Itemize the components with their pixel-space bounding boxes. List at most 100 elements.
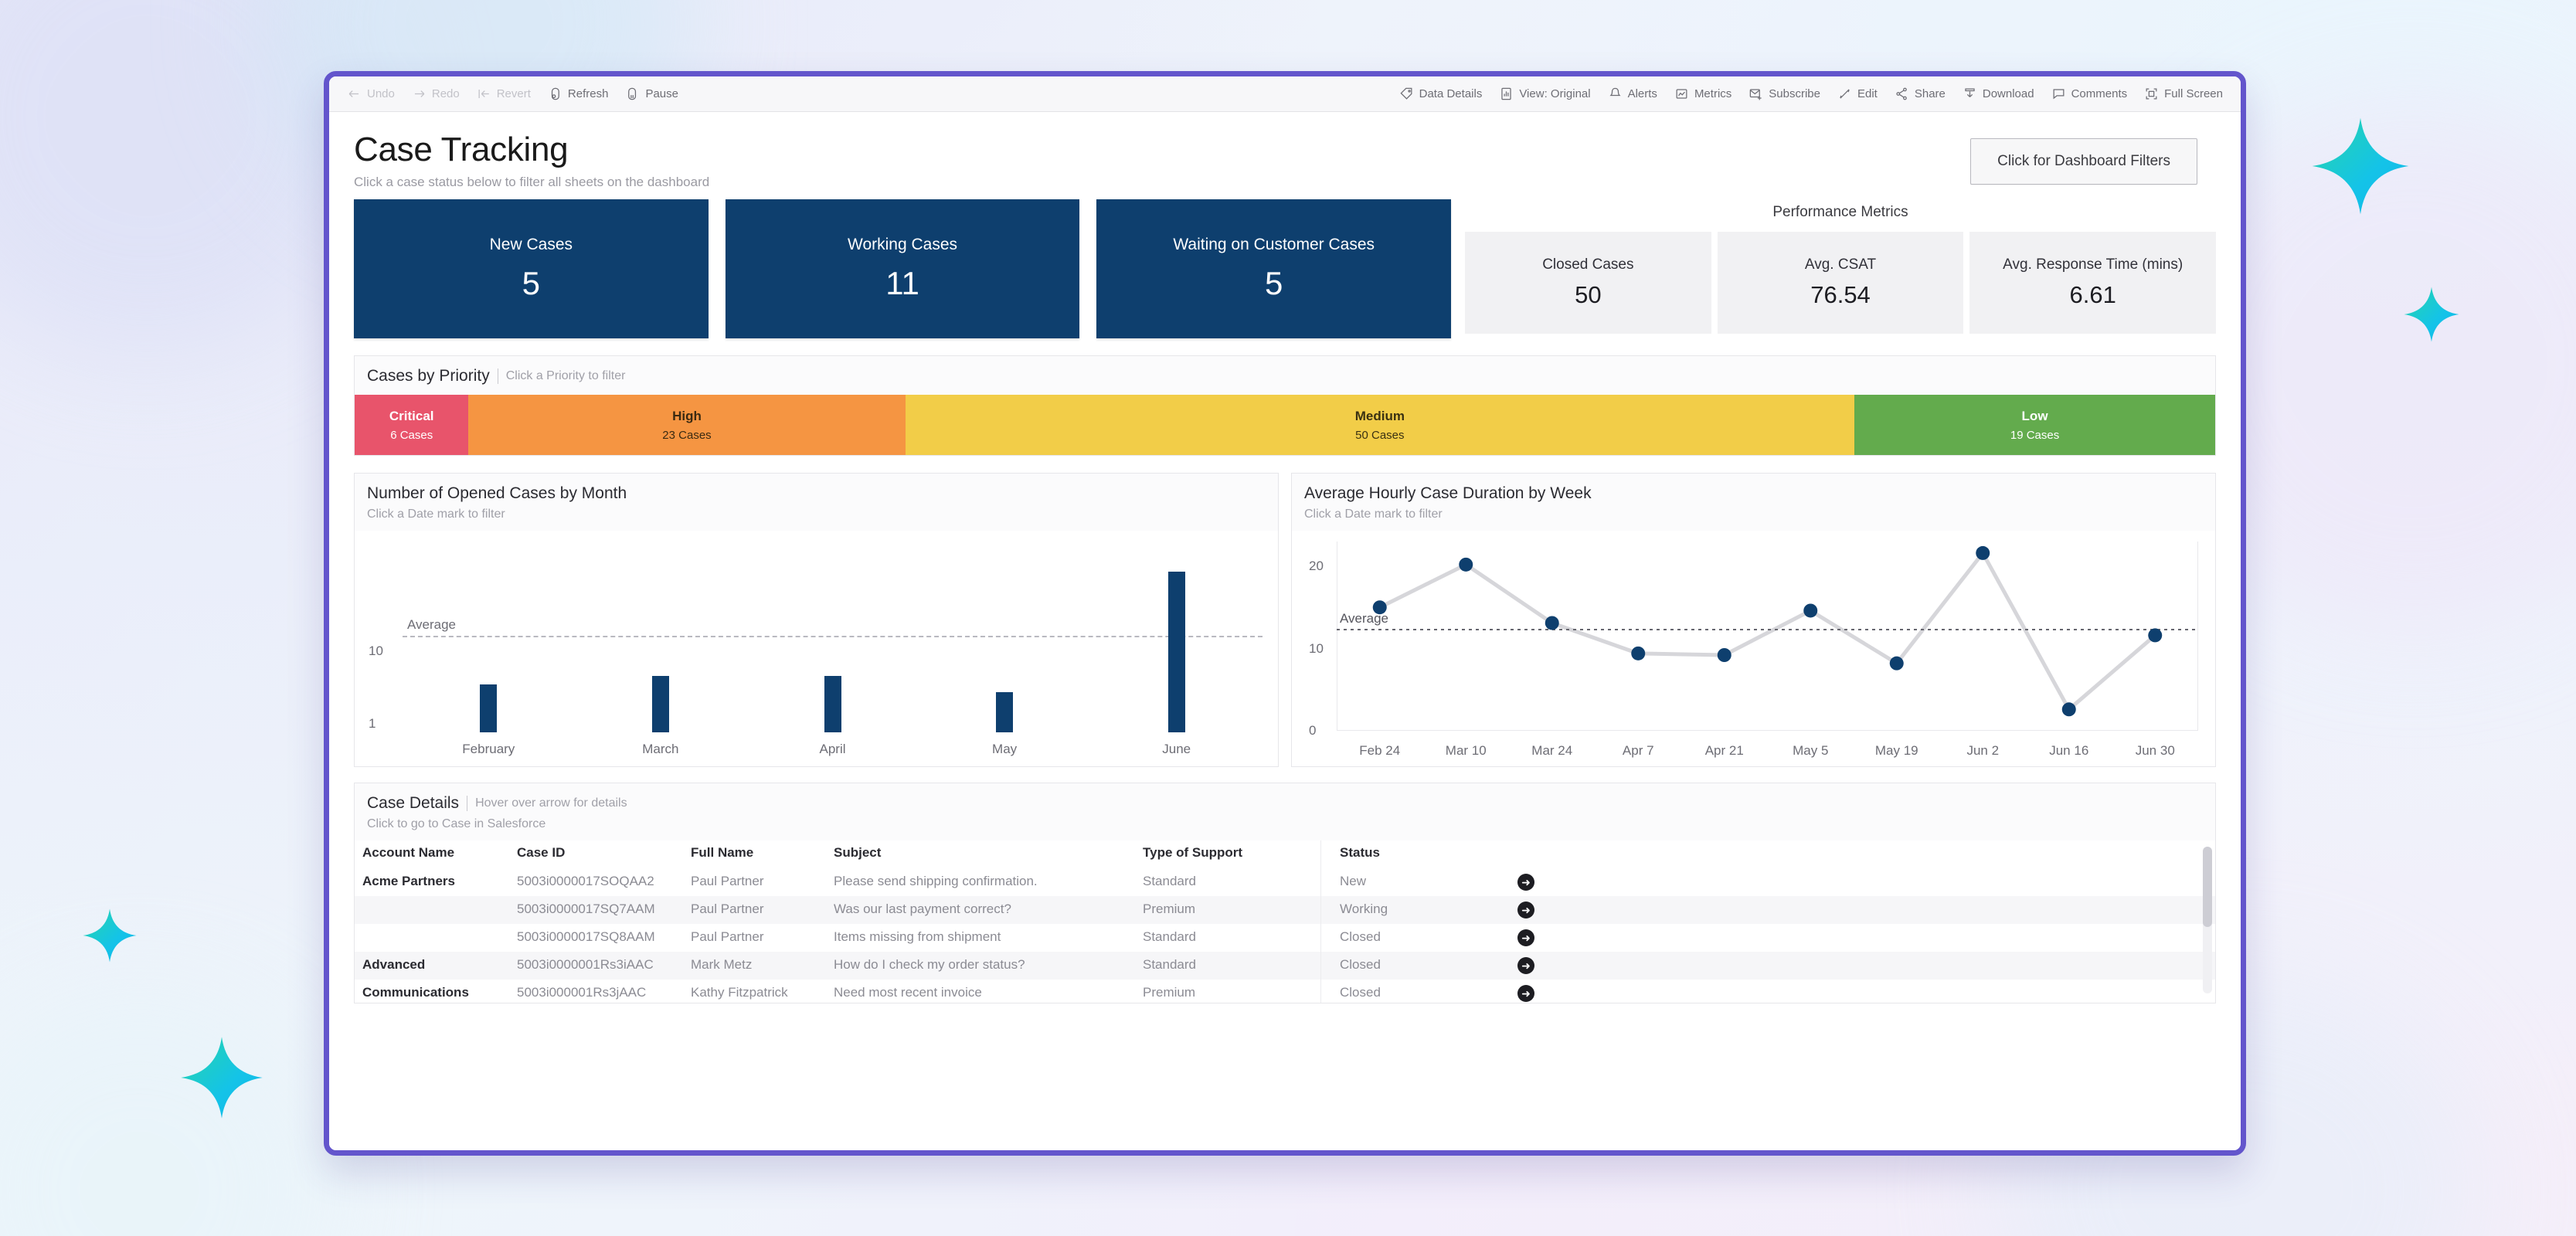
- line-chart-point[interactable]: [1803, 604, 1817, 618]
- toolbar-refresh-button[interactable]: Refresh: [539, 81, 617, 107]
- priority-segment-low[interactable]: Low 19 Cases: [1854, 395, 2215, 455]
- bar-chart-y-tick: 1: [369, 716, 376, 732]
- toolbar-alerts-button[interactable]: Alerts: [1599, 81, 1666, 107]
- table-row[interactable]: 5003i0000017SQ8AAMPaul PartnerItems miss…: [355, 924, 2215, 952]
- comment-icon: [2051, 87, 2066, 101]
- toolbar-view-original-button[interactable]: View: Original: [1490, 81, 1599, 107]
- opened-cases-title: Number of Opened Cases by Month: [367, 484, 1266, 503]
- bar-chart-x-tick: April: [819, 742, 845, 757]
- priority-segment-medium[interactable]: Medium 50 Cases: [906, 395, 1855, 455]
- line-chart-series: [1292, 531, 2215, 766]
- opened-cases-plot[interactable]: 101AverageFebruaryMarchAprilMayJune: [355, 531, 1278, 766]
- refresh-icon: [548, 87, 562, 101]
- toolbar-pause-button[interactable]: Pause: [617, 81, 687, 107]
- bar-chart-bar[interactable]: [480, 684, 497, 732]
- metric-label: Avg. CSAT: [1805, 256, 1876, 273]
- column-header-case-id: Case ID: [509, 840, 683, 868]
- toolbar-download-button[interactable]: Download: [1954, 81, 2043, 107]
- arrow-right-circle-icon[interactable]: ➜: [1517, 957, 1534, 974]
- cell-account-name: Communications: [355, 980, 509, 1003]
- avg-hourly-duration-panel: Average Hourly Case Duration by Week Cli…: [1291, 473, 2216, 767]
- pause-icon: [625, 87, 640, 101]
- bar-chart-bar[interactable]: [996, 692, 1013, 732]
- table-row[interactable]: Communications5003i000001Rs3jAACKathy Fi…: [355, 980, 2215, 1003]
- dashboard-filters-button[interactable]: Click for Dashboard Filters: [1970, 138, 2197, 185]
- opened-cases-subtitle: Click a Date mark to filter: [367, 508, 1266, 521]
- metric-card-closed-cases: Closed Cases 50: [1465, 232, 1711, 334]
- arrow-right-circle-icon[interactable]: ➜: [1517, 902, 1534, 919]
- priority-count: 19 Cases: [2010, 429, 2059, 442]
- priority-count: 6 Cases: [390, 429, 433, 442]
- line-chart-point[interactable]: [1976, 546, 1990, 560]
- arrow-right-circle-icon[interactable]: ➜: [1517, 874, 1534, 891]
- share-icon: [1895, 87, 1909, 101]
- kpi-card-new-cases[interactable]: New Cases 5: [354, 199, 709, 338]
- bar-chart-average-label: Average: [407, 617, 456, 633]
- bar-chart-x-tick: June: [1162, 742, 1191, 757]
- toolbar-data-details-button[interactable]: Data Details: [1391, 81, 1491, 107]
- avg-hourly-duration-plot[interactable]: 20100AverageFeb 24Mar 10Mar 24Apr 7Apr 2…: [1292, 531, 2215, 766]
- bar-chart-bar[interactable]: [652, 676, 669, 732]
- cases-by-priority-panel: Cases by Priority Click a Priority to fi…: [354, 355, 2216, 456]
- kpi-card-working-cases[interactable]: Working Cases 11: [726, 199, 1080, 338]
- toolbar-undo-button[interactable]: Undo: [338, 81, 403, 107]
- toolbar-full-screen-button[interactable]: Full Screen: [2136, 81, 2231, 107]
- bar-chart-bar[interactable]: [1168, 572, 1185, 732]
- table-row[interactable]: 5003i0000017SQ7AAMPaul PartnerWas our la…: [355, 896, 2215, 924]
- arrow-right-circle-icon[interactable]: ➜: [1517, 929, 1534, 946]
- toolbar-share-button[interactable]: Share: [1886, 81, 1954, 107]
- toolbar-subscribe-button[interactable]: Subscribe: [1740, 81, 1829, 107]
- table-row[interactable]: Acme Partners5003i0000017SOQAA2Paul Part…: [355, 868, 2215, 896]
- line-chart-point[interactable]: [1459, 558, 1473, 572]
- table-scrollbar-thumb[interactable]: [2203, 847, 2212, 927]
- priority-segment-critical[interactable]: Critical 6 Cases: [355, 395, 468, 455]
- line-chart-x-tick: Mar 10: [1446, 743, 1487, 759]
- line-chart-point[interactable]: [2062, 702, 2076, 716]
- cell-status: New: [1332, 868, 1510, 896]
- kpi-label: New Cases: [490, 236, 573, 254]
- toolbar-metrics-button[interactable]: Metrics: [1666, 81, 1740, 107]
- case-details-panel: Case Details Hover over arrow for detail…: [354, 783, 2216, 1003]
- cell-details-arrow[interactable]: ➜: [1510, 924, 2215, 952]
- dashboard-frame: Undo Redo Revert Refresh Pause Data Deta…: [324, 71, 2246, 1156]
- kpi-card-waiting-on-customer-cases[interactable]: Waiting on Customer Cases 5: [1096, 199, 1451, 338]
- table-row[interactable]: Advanced5003i0000001Rs3iAACMark MetzHow …: [355, 952, 2215, 980]
- toolbar-redo-button[interactable]: Redo: [403, 81, 468, 107]
- toolbar-view-original-label: View: Original: [1519, 87, 1590, 100]
- toolbar-pause-label: Pause: [645, 87, 678, 100]
- tag-icon: [1399, 87, 1414, 101]
- cell-status: Closed: [1332, 980, 1510, 1003]
- table-scrollbar[interactable]: [2203, 847, 2212, 993]
- opened-cases-by-month-panel: Number of Opened Cases by Month Click a …: [354, 473, 1279, 767]
- toolbar-comments-button[interactable]: Comments: [2043, 81, 2136, 107]
- column-header-details-arrow: [1510, 840, 2215, 868]
- toolbar-edit-button[interactable]: Edit: [1829, 81, 1886, 107]
- line-chart-point[interactable]: [1545, 616, 1559, 630]
- cell-details-arrow[interactable]: ➜: [1510, 952, 2215, 980]
- line-chart-point[interactable]: [1631, 647, 1645, 660]
- arrow-right-circle-icon[interactable]: ➜: [1517, 985, 1534, 1002]
- line-chart-point[interactable]: [2148, 629, 2162, 643]
- line-chart-point[interactable]: [1890, 657, 1904, 671]
- toolbar-revert-button[interactable]: Revert: [468, 81, 539, 107]
- fullscreen-icon: [2144, 87, 2159, 101]
- toolbar-revert-label: Revert: [497, 87, 531, 100]
- cell-subject: Need most recent invoice: [826, 980, 1135, 1003]
- cases-by-priority-title-row: Cases by Priority Click a Priority to fi…: [367, 367, 2203, 385]
- cell-details-arrow[interactable]: ➜: [1510, 868, 2215, 896]
- priority-segment-high[interactable]: High 23 Cases: [468, 395, 905, 455]
- cell-details-arrow[interactable]: ➜: [1510, 980, 2215, 1003]
- column-header-account-name: Account Name: [355, 840, 509, 868]
- metric-card-avg-response-time: Avg. Response Time (mins) 6.61: [1969, 232, 2216, 334]
- toolbar-refresh-label: Refresh: [568, 87, 609, 100]
- column-header-full-name: Full Name: [683, 840, 826, 868]
- toolbar: Undo Redo Revert Refresh Pause Data Deta…: [329, 76, 2241, 112]
- cell-full-name: Paul Partner: [683, 868, 826, 896]
- table-header-row: Account Name Case ID Full Name Subject T…: [355, 840, 2215, 868]
- line-chart-x-tick: Apr 7: [1623, 743, 1654, 759]
- cell-details-arrow[interactable]: ➜: [1510, 896, 2215, 924]
- line-chart-point[interactable]: [1718, 648, 1731, 662]
- kpi-value: 5: [1265, 265, 1283, 302]
- charts-row: Number of Opened Cases by Month Click a …: [354, 473, 2216, 767]
- bar-chart-bar[interactable]: [824, 676, 841, 732]
